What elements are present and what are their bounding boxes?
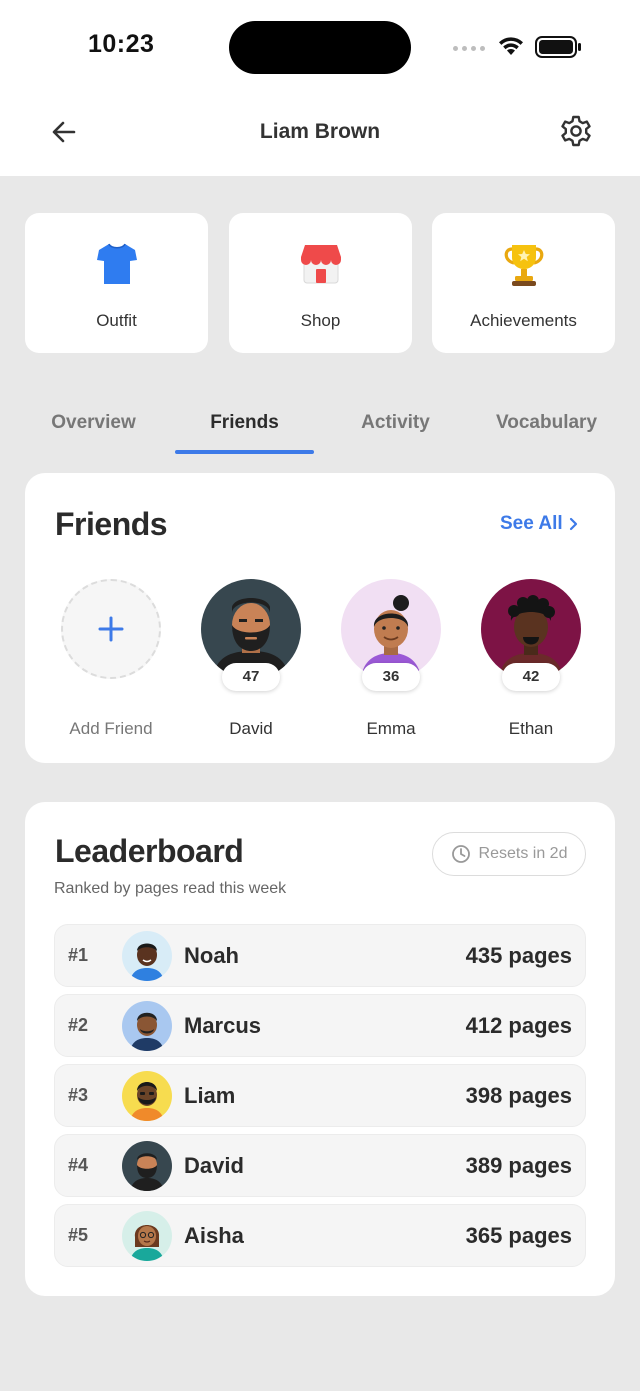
pages-count: 365 pages bbox=[465, 1223, 572, 1248]
rank: #1 bbox=[68, 945, 89, 965]
reset-timer-badge: Resets in 2d bbox=[432, 832, 586, 876]
avatar bbox=[122, 1071, 172, 1121]
pages-count: 389 pages bbox=[465, 1153, 572, 1178]
battery-icon bbox=[535, 36, 581, 58]
add-friend-button[interactable] bbox=[61, 579, 161, 679]
avatar bbox=[122, 1001, 172, 1051]
friend-score-badge: 36 bbox=[362, 663, 420, 691]
pages-count: 412 pages bbox=[465, 1013, 572, 1038]
player-name: Marcus bbox=[184, 1013, 262, 1038]
leaderboard-row[interactable]: #1 Noah 435 pages bbox=[54, 924, 586, 987]
avatar bbox=[122, 931, 172, 981]
add-friend-label: Add Friend bbox=[69, 719, 153, 738]
shop-icon bbox=[300, 245, 341, 284]
pages-count: 398 pages bbox=[465, 1083, 572, 1108]
friend-name: David bbox=[229, 719, 273, 738]
tshirt-icon bbox=[96, 243, 137, 284]
friend-item[interactable]: 36 Emma bbox=[321, 579, 461, 739]
tab-overview[interactable]: Overview bbox=[18, 392, 169, 454]
leaderboard-row[interactable]: #4 David 389 pages bbox=[54, 1134, 586, 1197]
see-all-link[interactable]: See All bbox=[500, 513, 579, 535]
status-time: 10:23 bbox=[88, 30, 155, 58]
clock-icon bbox=[451, 845, 470, 863]
avatar bbox=[122, 1211, 172, 1261]
profile-tabs: Overview Friends Activity Vocabulary bbox=[18, 392, 622, 454]
leaderboard-row[interactable]: #2 Marcus 412 pages bbox=[54, 994, 586, 1057]
tab-activity[interactable]: Activity bbox=[320, 392, 471, 454]
leaderboard-row[interactable]: #5 Aisha 365 pages bbox=[54, 1204, 586, 1267]
leaderboard-title: Leaderboard bbox=[55, 833, 244, 869]
app-header: Liam Brown bbox=[0, 90, 640, 176]
settings-button[interactable] bbox=[557, 112, 595, 150]
leaderboard-card: Leaderboard Resets in 2d Ranked by pages… bbox=[25, 802, 615, 1296]
friend-name: Emma bbox=[366, 719, 416, 738]
gear-icon bbox=[561, 115, 591, 147]
shop-card[interactable]: Shop bbox=[229, 213, 412, 353]
rank: #3 bbox=[68, 1085, 89, 1105]
avatar bbox=[122, 1141, 172, 1191]
achievements-label: Achievements bbox=[470, 311, 577, 330]
rank: #4 bbox=[68, 1155, 89, 1175]
friend-score-badge: 47 bbox=[222, 663, 280, 691]
outfit-label: Outfit bbox=[96, 311, 137, 330]
shop-label: Shop bbox=[300, 311, 341, 330]
tab-vocabulary[interactable]: Vocabulary bbox=[471, 392, 622, 454]
player-name: Aisha bbox=[184, 1223, 244, 1248]
player-name: David bbox=[184, 1153, 244, 1178]
status-bar: 10:23 bbox=[0, 0, 640, 90]
friend-score-badge: 42 bbox=[502, 663, 560, 691]
active-tab-indicator bbox=[175, 450, 314, 454]
reset-timer-label: Resets in 2d bbox=[478, 845, 568, 862]
outfit-card[interactable]: Outfit bbox=[25, 213, 208, 353]
player-name: Noah bbox=[184, 943, 239, 968]
chevron-right-icon bbox=[569, 517, 577, 531]
friend-item[interactable]: 47 David bbox=[181, 579, 321, 739]
wifi-icon bbox=[499, 37, 523, 55]
friend-name: Ethan bbox=[508, 719, 554, 738]
leaderboard-subtitle: Ranked by pages read this week bbox=[54, 880, 287, 897]
leaderboard-row[interactable]: #3 Liam 398 pages bbox=[54, 1064, 586, 1127]
friends-card: Friends See All Add Friend 47 David 36 E… bbox=[25, 473, 615, 763]
friend-item[interactable]: 42 Ethan bbox=[461, 579, 601, 739]
achievements-card[interactable]: Achievements bbox=[432, 213, 615, 353]
friends-title: Friends bbox=[55, 506, 168, 542]
dynamic-island bbox=[229, 21, 411, 74]
page-title: Liam Brown bbox=[259, 120, 381, 143]
rank: #2 bbox=[68, 1015, 89, 1035]
see-all-label: See All bbox=[500, 513, 563, 534]
rank: #5 bbox=[68, 1225, 89, 1245]
plus-icon bbox=[98, 616, 124, 642]
add-friend-item[interactable]: Add Friend bbox=[41, 579, 181, 739]
pages-count: 435 pages bbox=[465, 943, 572, 968]
player-name: Liam bbox=[184, 1083, 236, 1108]
cellular-signal-icon bbox=[453, 46, 485, 51]
tab-friends[interactable]: Friends bbox=[169, 392, 320, 454]
trophy-icon bbox=[504, 245, 543, 286]
